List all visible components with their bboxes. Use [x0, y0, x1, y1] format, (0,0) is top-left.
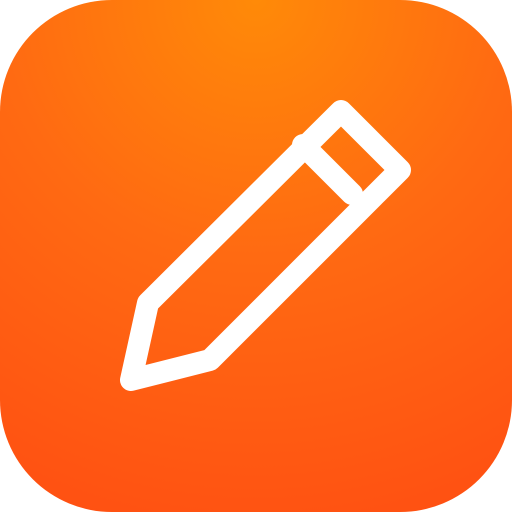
pencil-icon — [120, 100, 411, 391]
app-icon[interactable] — [0, 0, 512, 512]
